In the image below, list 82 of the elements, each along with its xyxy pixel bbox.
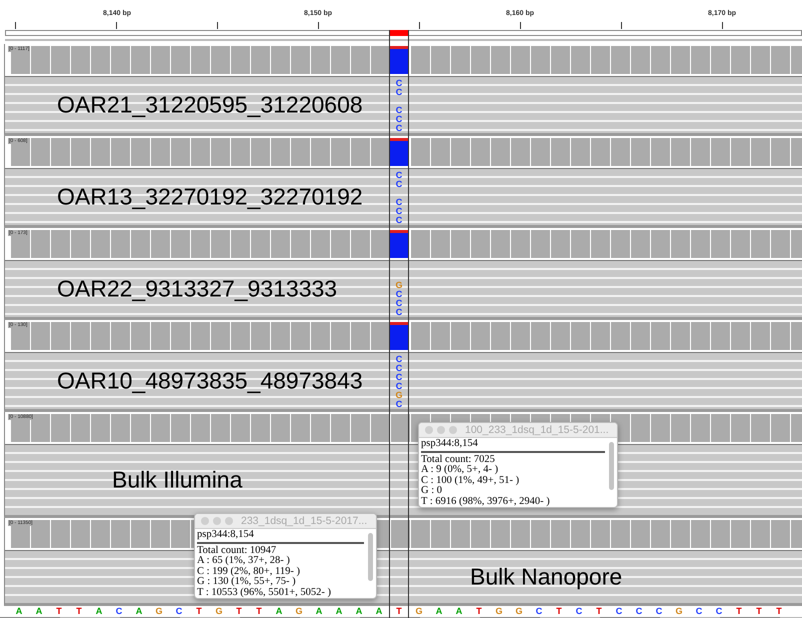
popup-line: A : 9 (0%, 5+, 4- ) — [421, 465, 500, 476]
sequence-base: C — [574, 606, 584, 617]
sequence-base: G — [154, 606, 164, 617]
sequence-base: C — [714, 606, 724, 617]
popup-line: Total count: 7025 — [421, 454, 496, 465]
sequence-base: T — [735, 606, 743, 617]
sequence-base: C — [634, 606, 644, 617]
sequence-base: G — [494, 606, 504, 617]
sequence-base: A — [434, 606, 444, 617]
sequence-base: G — [214, 606, 224, 617]
track-label: Bulk Illumina — [112, 466, 242, 494]
sequence-base: A — [314, 606, 324, 617]
track-label: OAR10_48973835_48973843 — [57, 368, 363, 394]
popup-line: C : 199 (2%, 80+, 119- ) — [197, 566, 301, 576]
track-label: OAR21_31220595_31220608 — [57, 92, 363, 118]
mismatch-base: C — [396, 355, 402, 364]
sequence-base: T — [755, 606, 763, 617]
sequence-base: G — [674, 606, 684, 617]
mismatch-base: C — [396, 373, 402, 382]
sequence-base: C — [654, 606, 664, 617]
sequence-base: A — [34, 606, 44, 617]
mismatch-base: C — [396, 308, 402, 317]
popup-line: G : 0 — [421, 486, 443, 496]
sequence-base: C — [114, 606, 124, 617]
mismatch-base: C — [396, 382, 402, 391]
mismatch-base: C — [396, 198, 402, 207]
popup-title: 100_233_1dsq_1d_15-5-201... — [465, 424, 609, 436]
selected-position-marker — [389, 30, 409, 36]
popup-line: T : 10553 (96%, 5501+, 5052- ) — [197, 588, 332, 598]
track-label: OAR13_32270192_32270192 — [57, 184, 363, 210]
mismatch-base: C — [396, 171, 402, 180]
mismatch-base: G — [395, 391, 402, 400]
sequence-base: T — [555, 606, 563, 617]
popup-line: A : 65 (1%, 37+, 28- ) — [197, 556, 291, 566]
mismatch-base: C — [396, 88, 402, 97]
sequence-base: G — [414, 606, 424, 617]
popup-line: T : 6916 (98%, 3976+, 2940- ) — [421, 496, 551, 507]
sequence-base: A — [94, 606, 104, 617]
sequence-base: T — [195, 606, 203, 617]
mismatch-base: C — [396, 290, 402, 299]
popup-locus: psp344:8,154 — [197, 530, 255, 540]
popup-title: 233_1dsq_1d_15-5-2017... — [241, 515, 368, 527]
mismatch-base: C — [396, 299, 402, 308]
mismatch-base: C — [396, 364, 402, 373]
scrollbar[interactable] — [609, 442, 614, 490]
sequence-base: A — [14, 606, 24, 617]
mismatch-base: G — [395, 281, 402, 290]
mismatch-base: C — [396, 180, 402, 189]
mismatch-base: C — [396, 400, 402, 409]
sequence-base: A — [374, 606, 384, 617]
sequence-base: A — [354, 606, 364, 617]
sequence-base: T — [55, 606, 63, 617]
sequence-base: T — [255, 606, 263, 617]
sequence-base: C — [694, 606, 704, 617]
track-label: Bulk Nanopore — [470, 564, 622, 590]
sequence-base: G — [294, 606, 304, 617]
sequence-base: A — [454, 606, 464, 617]
mismatch-base: C — [396, 207, 402, 216]
mismatch-base: C — [396, 124, 402, 133]
popup-locus: psp344:8,154 — [421, 439, 479, 450]
sequence-base: T — [235, 606, 243, 617]
sequence-base: C — [534, 606, 544, 617]
popup-line: Total count: 10947 — [197, 546, 278, 556]
sequence-base: T — [75, 606, 83, 617]
popup-line: G : 130 (1%, 55+, 75- ) — [197, 577, 297, 588]
mismatch-base: C — [396, 79, 402, 88]
scrollbar[interactable] — [368, 533, 373, 581]
sequence-base: C — [614, 606, 624, 617]
sequence-base: G — [514, 606, 524, 617]
track-label: OAR22_9313327_9313333 — [57, 276, 338, 302]
mismatch-base: C — [396, 106, 402, 115]
sequence-base: A — [134, 606, 144, 617]
sequence-base: T — [395, 606, 403, 617]
mismatch-base: C — [396, 216, 402, 225]
sequence-base: A — [274, 606, 284, 617]
mismatch-base: C — [396, 115, 402, 124]
popup-line: C : 100 (1%, 49+, 51- ) — [421, 476, 520, 486]
sequence-base: T — [475, 606, 483, 617]
sequence-base: T — [775, 606, 783, 617]
sequence-base: C — [174, 606, 184, 617]
sequence-base: A — [334, 606, 344, 617]
sequence-base: T — [595, 606, 603, 617]
